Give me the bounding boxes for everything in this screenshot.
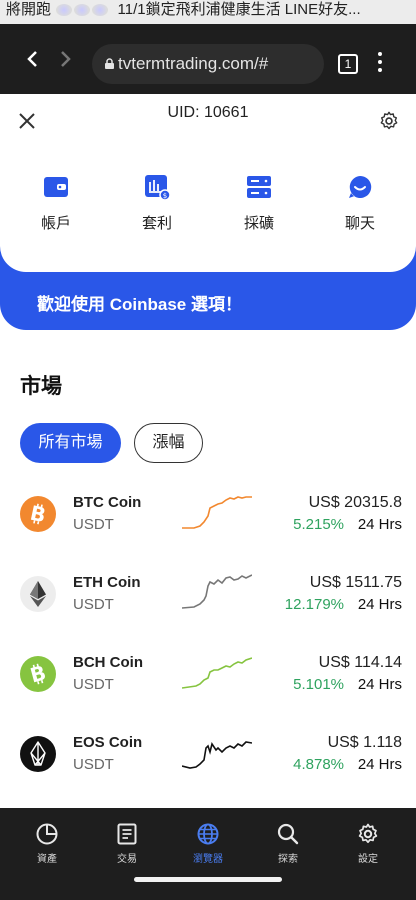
coin-change: 5.101% (293, 676, 344, 693)
coin-change: 5.215% (293, 516, 344, 533)
server-icon (247, 176, 271, 198)
sparkline-chart (182, 496, 252, 529)
market-row-bch[interactable]: B BCH Coin USDT US$ 114.14 5.101% 24 Hrs (0, 646, 416, 706)
coin-change: 12.179% (284, 596, 344, 613)
market-title: 市場 (20, 375, 62, 398)
wallet-icon (44, 177, 68, 197)
lock-icon (105, 58, 114, 69)
action-label: 帳戶 (40, 215, 71, 232)
tab-label: 設定 (358, 854, 378, 865)
tab-trade[interactable]: 交易 (97, 822, 157, 865)
chat-icon (349, 175, 372, 198)
coin-name: BTC Coin (73, 494, 142, 511)
quick-actions: 帳戶 $ 套利 採礦 聊天 (0, 174, 416, 244)
coin-price: US$ 1.118 (327, 734, 402, 751)
tab-switcher-button[interactable]: 1 (338, 54, 358, 74)
notification-bar: 將開跑 11/1鎖定飛利浦健康生活 LINE好友... (0, 0, 416, 24)
sparkle-icon (56, 4, 73, 17)
chevron-left-icon[interactable] (26, 49, 40, 69)
home-indicator[interactable] (134, 877, 282, 882)
coin-price: US$ 20315.8 (308, 494, 402, 511)
document-icon (117, 823, 137, 845)
tab-label: 交易 (117, 854, 137, 865)
tab-label: 資產 (37, 854, 57, 865)
market-row-eos[interactable]: EOS Coin USDT US$ 1.118 4.878% 24 Hrs (0, 726, 416, 786)
tab-browser[interactable]: 瀏覽器 (178, 822, 238, 865)
browser-toolbar: tvtermtrading.com/# 1 (0, 24, 416, 94)
pie-chart-icon (36, 823, 58, 845)
filter-gainers[interactable]: 漲幅 (134, 423, 203, 463)
action-label: 聊天 (344, 215, 375, 232)
market-row-btc[interactable]: B BTC Coin USDT US$ 20315.8 5.215% 24 Hr… (0, 486, 416, 546)
coin-period: 24 Hrs (357, 596, 402, 613)
sparkline-chart (182, 741, 252, 769)
url-text: tvtermtrading.com/# (118, 54, 269, 73)
sparkle-icon (92, 4, 109, 17)
coin-name: EOS Coin (73, 734, 143, 751)
globe-icon (197, 823, 219, 845)
filter-all-markets[interactable]: 所有市場 (20, 423, 121, 463)
coin-period: 24 Hrs (357, 756, 402, 773)
address-bar[interactable]: tvtermtrading.com/# (92, 44, 324, 84)
action-account[interactable]: 帳戶 (16, 174, 96, 233)
action-chat[interactable]: 聊天 (320, 174, 400, 233)
notification-text: 11/1鎖定飛利浦健康生活 LINE好友... (117, 1, 361, 18)
action-label: 套利 (141, 215, 172, 232)
tab-label: 瀏覽器 (193, 854, 223, 865)
welcome-text: 歡迎使用 Coinbase 選項！ (37, 295, 242, 314)
coin-change: 4.878% (293, 756, 344, 773)
sparkline-chart (182, 574, 252, 609)
gear-icon (358, 823, 378, 844)
eos-icon (20, 736, 56, 772)
coin-quote: USDT (73, 756, 114, 773)
market-row-eth[interactable]: ETH Coin USDT US$ 1511.75 12.179% 24 Hrs (0, 566, 416, 626)
gear-icon[interactable] (378, 110, 400, 132)
coin-quote: USDT (73, 596, 114, 613)
coin-period: 24 Hrs (357, 516, 402, 533)
coin-price: US$ 1511.75 (309, 574, 402, 591)
coin-name: ETH Coin (73, 574, 141, 591)
coin-period: 24 Hrs (357, 676, 402, 693)
ethereum-icon (20, 576, 56, 612)
tab-settings[interactable]: 設定 (338, 822, 398, 865)
user-id: UID: 10661 (167, 104, 249, 121)
tab-explore[interactable]: 探索 (258, 822, 318, 865)
coin-price: US$ 114.14 (318, 654, 402, 671)
bottom-navigation: 資產 交易 瀏覽器 探索 設定 (0, 808, 416, 900)
search-icon (277, 823, 299, 845)
account-panel: UID: 10661 帳戶 $ 套利 採礦 聊天 (0, 94, 416, 272)
chevron-right-icon[interactable] (58, 49, 72, 69)
coin-quote: USDT (73, 516, 114, 533)
more-menu-icon[interactable] (378, 52, 386, 76)
tab-assets[interactable]: 資產 (17, 822, 77, 865)
svg-text:$: $ (163, 192, 167, 200)
bitcoin-cash-icon: B (20, 656, 56, 692)
coin-quote: USDT (73, 676, 114, 693)
action-arbitrage[interactable]: $ 套利 (117, 174, 197, 233)
sparkline-chart (182, 657, 252, 689)
coin-name: BCH Coin (73, 654, 143, 671)
arbitrage-icon: $ (145, 175, 170, 200)
tab-label: 探索 (278, 854, 298, 865)
action-mining[interactable]: 採礦 (219, 174, 299, 233)
notification-prefix: 將開跑 (6, 1, 52, 18)
action-label: 採礦 (243, 215, 274, 232)
sparkle-icon (74, 4, 91, 17)
bitcoin-icon: B (20, 496, 56, 532)
